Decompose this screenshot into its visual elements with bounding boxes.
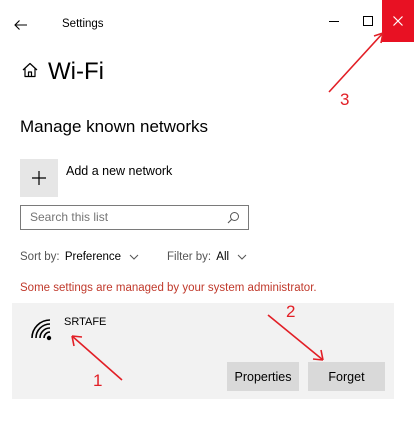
maximize-icon [363,16,373,26]
add-network-button[interactable] [20,159,58,197]
chevron-down-icon [129,254,139,260]
plus-icon [32,171,46,185]
close-button[interactable] [382,0,414,42]
forget-button[interactable]: Forget [308,362,385,391]
chevron-down-icon [237,254,247,260]
annotation-label-2: 2 [286,302,296,321]
home-icon [20,60,40,80]
add-network-label[interactable]: Add a new network [66,164,172,178]
sort-prefix: Sort by: [20,251,63,263]
network-name: SRTAFE [64,316,107,328]
page-title: Wi-Fi [48,58,104,85]
network-list-item[interactable]: SRTAFE Properties Forget [12,303,394,399]
minimize-icon [329,21,339,22]
wifi-icon [28,316,58,342]
filter-prefix: Filter by: [167,251,215,263]
filter-value: All [216,251,230,263]
section-title: Manage known networks [20,117,209,136]
close-icon [393,16,403,26]
minimize-button[interactable] [317,0,351,42]
properties-button[interactable]: Properties [227,362,299,391]
search-field[interactable] [20,205,249,230]
annotation-label-1: 1 [93,371,103,390]
sort-dropdown[interactable]: Sort by: Preference [20,251,139,263]
search-icon[interactable] [227,211,240,224]
maximize-button[interactable] [351,0,385,42]
sort-value: Preference [64,251,122,263]
admin-warning: Some settings are managed by your system… [20,282,317,294]
back-arrow-icon[interactable] [12,16,30,34]
window-title: Settings [62,18,104,30]
annotation-label-3: 3 [340,90,350,109]
search-input[interactable] [30,210,220,224]
filter-dropdown[interactable]: Filter by: All [167,251,247,263]
